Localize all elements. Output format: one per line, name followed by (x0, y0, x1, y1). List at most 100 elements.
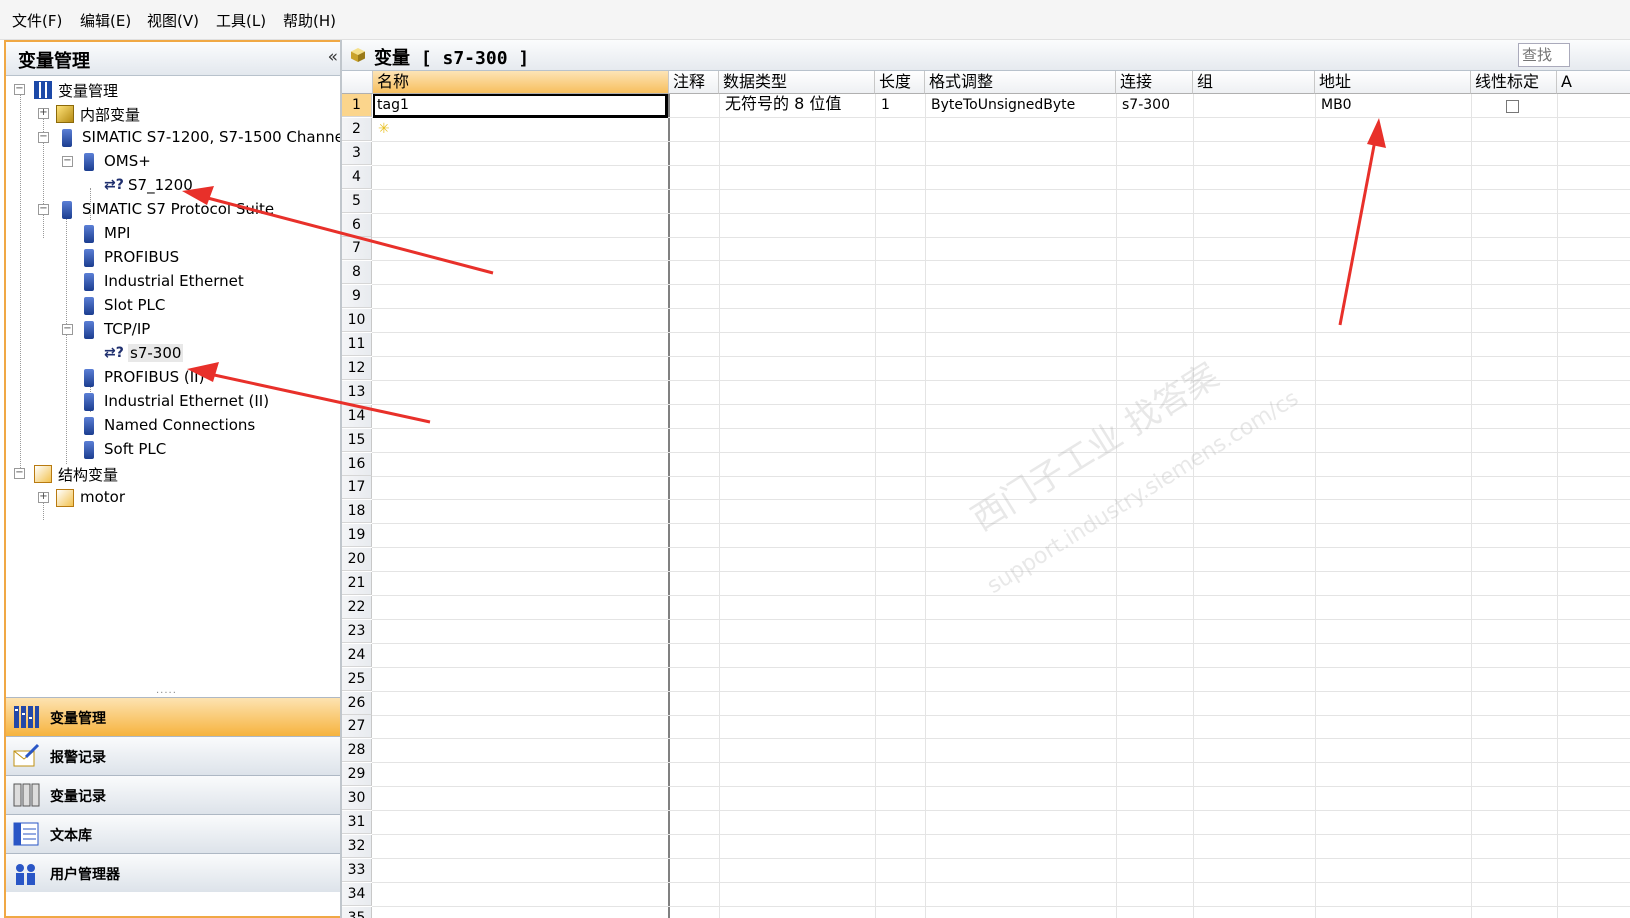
channel-icon (62, 201, 72, 219)
expand-toggle[interactable]: + (38, 108, 49, 119)
nav-user-administrator[interactable]: 用户管理器 (6, 853, 346, 892)
corner-header[interactable] (342, 71, 373, 94)
row-header[interactable]: 28 (342, 739, 372, 763)
collapse-toggle[interactable]: − (38, 132, 49, 143)
tree-node-soft-plc[interactable]: Soft PLC (84, 439, 284, 461)
column-header-more[interactable]: A (1557, 71, 1630, 94)
column-header-length[interactable]: 长度 (875, 71, 925, 94)
cell-comment[interactable] (672, 94, 718, 117)
row-header[interactable]: 11 (342, 333, 372, 356)
cell-format[interactable]: ByteToUnsignedByte (928, 94, 1114, 117)
row-header[interactable]: 29 (342, 763, 372, 787)
nav-alarm-logging[interactable]: 报警记录 (6, 736, 346, 775)
column-header-address[interactable]: 地址 (1315, 71, 1471, 94)
cell-data-type[interactable]: 无符号的 8 位值 (722, 93, 874, 116)
row-header[interactable]: 27 (342, 715, 372, 739)
collapse-toggle[interactable]: − (38, 204, 49, 215)
row-header[interactable]: 23 (342, 619, 372, 643)
cell-connection[interactable]: s7-300 (1119, 94, 1191, 117)
tree-node-tcpip[interactable]: − TCP/IP (62, 319, 284, 341)
column-header-comment[interactable]: 注释 (669, 71, 719, 94)
grid-line (372, 834, 1630, 835)
column-header-data-type[interactable]: 数据类型 (719, 71, 875, 94)
linear-scaling-checkbox[interactable] (1506, 100, 1519, 113)
row-header[interactable]: 34 (342, 882, 372, 906)
row-header[interactable]: 3 (342, 141, 372, 165)
row-header[interactable]: 13 (342, 380, 372, 404)
row-header[interactable]: 21 (342, 572, 372, 595)
tree-node-slot-plc[interactable]: Slot PLC (84, 295, 284, 317)
row-header[interactable]: 6 (342, 213, 372, 237)
tree-connector (20, 92, 21, 472)
collapse-panel-button[interactable]: « (328, 47, 338, 67)
collapse-toggle[interactable]: − (14, 84, 25, 95)
menu-tools[interactable]: 工具(L) (216, 10, 266, 31)
column-header-connection[interactable]: 连接 (1116, 71, 1193, 94)
row-header[interactable]: 30 (342, 787, 372, 811)
tree-node-profibus[interactable]: PROFIBUS (84, 247, 284, 269)
menu-view[interactable]: 视图(V) (147, 10, 199, 31)
row-header[interactable]: 31 (342, 811, 372, 834)
tree-node-motor[interactable]: + motor (38, 487, 256, 509)
row-header[interactable]: 18 (342, 500, 372, 524)
row-header[interactable]: 15 (342, 428, 372, 452)
row-header[interactable]: 10 (342, 309, 372, 333)
collapse-toggle[interactable]: − (14, 468, 25, 479)
row-header[interactable]: 17 (342, 476, 372, 500)
tree-node-s7-300[interactable]: ⇄? s7-300 (104, 343, 304, 365)
row-header[interactable]: 25 (342, 667, 372, 691)
tree-node-oms[interactable]: − OMS+ (62, 151, 284, 173)
row-header[interactable]: 4 (342, 165, 372, 189)
column-header-format[interactable]: 格式调整 (925, 71, 1116, 94)
tree-node-channel-s7-1200[interactable]: − SIMATIC S7-1200, S7-1500 Channel (38, 127, 348, 149)
tree-node-mpi[interactable]: MPI (84, 223, 284, 245)
row-header[interactable]: 14 (342, 404, 372, 428)
cell-group[interactable] (1196, 94, 1314, 117)
row-header[interactable]: 12 (342, 356, 372, 380)
collapse-toggle[interactable]: − (62, 324, 73, 335)
row-header[interactable]: 1 (342, 94, 372, 117)
column-header-group[interactable]: 组 (1193, 71, 1315, 94)
tag-name-editor[interactable]: tag1 (373, 94, 668, 118)
row-header[interactable]: 2 (342, 117, 372, 141)
row-header[interactable]: 26 (342, 691, 372, 715)
tree-node-named-connections[interactable]: Named Connections (84, 415, 334, 437)
nav-tag-logging[interactable]: 变量记录 (6, 775, 346, 814)
collapse-toggle[interactable]: − (62, 156, 73, 167)
menu-edit[interactable]: 编辑(E) (80, 10, 131, 31)
tree-node-structure-tags[interactable]: − 结构变量 (14, 463, 234, 485)
cell-length[interactable]: 1 (878, 94, 924, 117)
tree-node-profibus-ii[interactable]: PROFIBUS (II) (84, 367, 284, 389)
nav-tag-management[interactable]: 变量管理 (6, 697, 346, 736)
column-header-name[interactable]: 名称 (373, 71, 669, 94)
row-header[interactable]: 32 (342, 834, 372, 858)
row-header[interactable]: 24 (342, 643, 372, 667)
menu-help[interactable]: 帮助(H) (283, 10, 336, 31)
column-header-linear-scaling[interactable]: 线性标定 (1471, 71, 1557, 94)
new-row-icon[interactable]: ✳ (378, 121, 390, 137)
tree-node-industrial-ethernet-ii[interactable]: Industrial Ethernet (II) (84, 391, 334, 413)
find-input[interactable] (1518, 43, 1570, 67)
row-header[interactable]: 16 (342, 452, 372, 476)
row-header[interactable]: 8 (342, 261, 372, 285)
row-header[interactable]: 35 (342, 906, 372, 918)
nav-text-library[interactable]: 文本库 (6, 814, 346, 853)
tree-node-channel-s7-protocol[interactable]: − SIMATIC S7 Protocol Suite (38, 199, 342, 221)
tree-node-root[interactable]: − 变量管理 (14, 79, 334, 101)
grid-line (1557, 94, 1558, 918)
tree-node-s7-1200[interactable]: ⇄? S7_1200 (104, 175, 304, 197)
grid-line (372, 905, 1630, 907)
cell-address[interactable]: MB0 (1318, 94, 1468, 117)
row-header[interactable]: 22 (342, 595, 372, 619)
menu-file[interactable]: 文件(F) (12, 10, 62, 31)
expand-toggle[interactable]: + (38, 492, 49, 503)
row-header[interactable]: 7 (342, 237, 372, 261)
row-header[interactable]: 9 (342, 285, 372, 309)
grid-line (875, 94, 876, 918)
row-header[interactable]: 5 (342, 189, 372, 213)
row-header[interactable]: 19 (342, 524, 372, 548)
row-header[interactable]: 20 (342, 548, 372, 572)
row-header[interactable]: 33 (342, 858, 372, 882)
tree-node-industrial-ethernet[interactable]: Industrial Ethernet (84, 271, 284, 293)
tree-node-internal-tags[interactable]: + 内部变量 (38, 103, 336, 125)
